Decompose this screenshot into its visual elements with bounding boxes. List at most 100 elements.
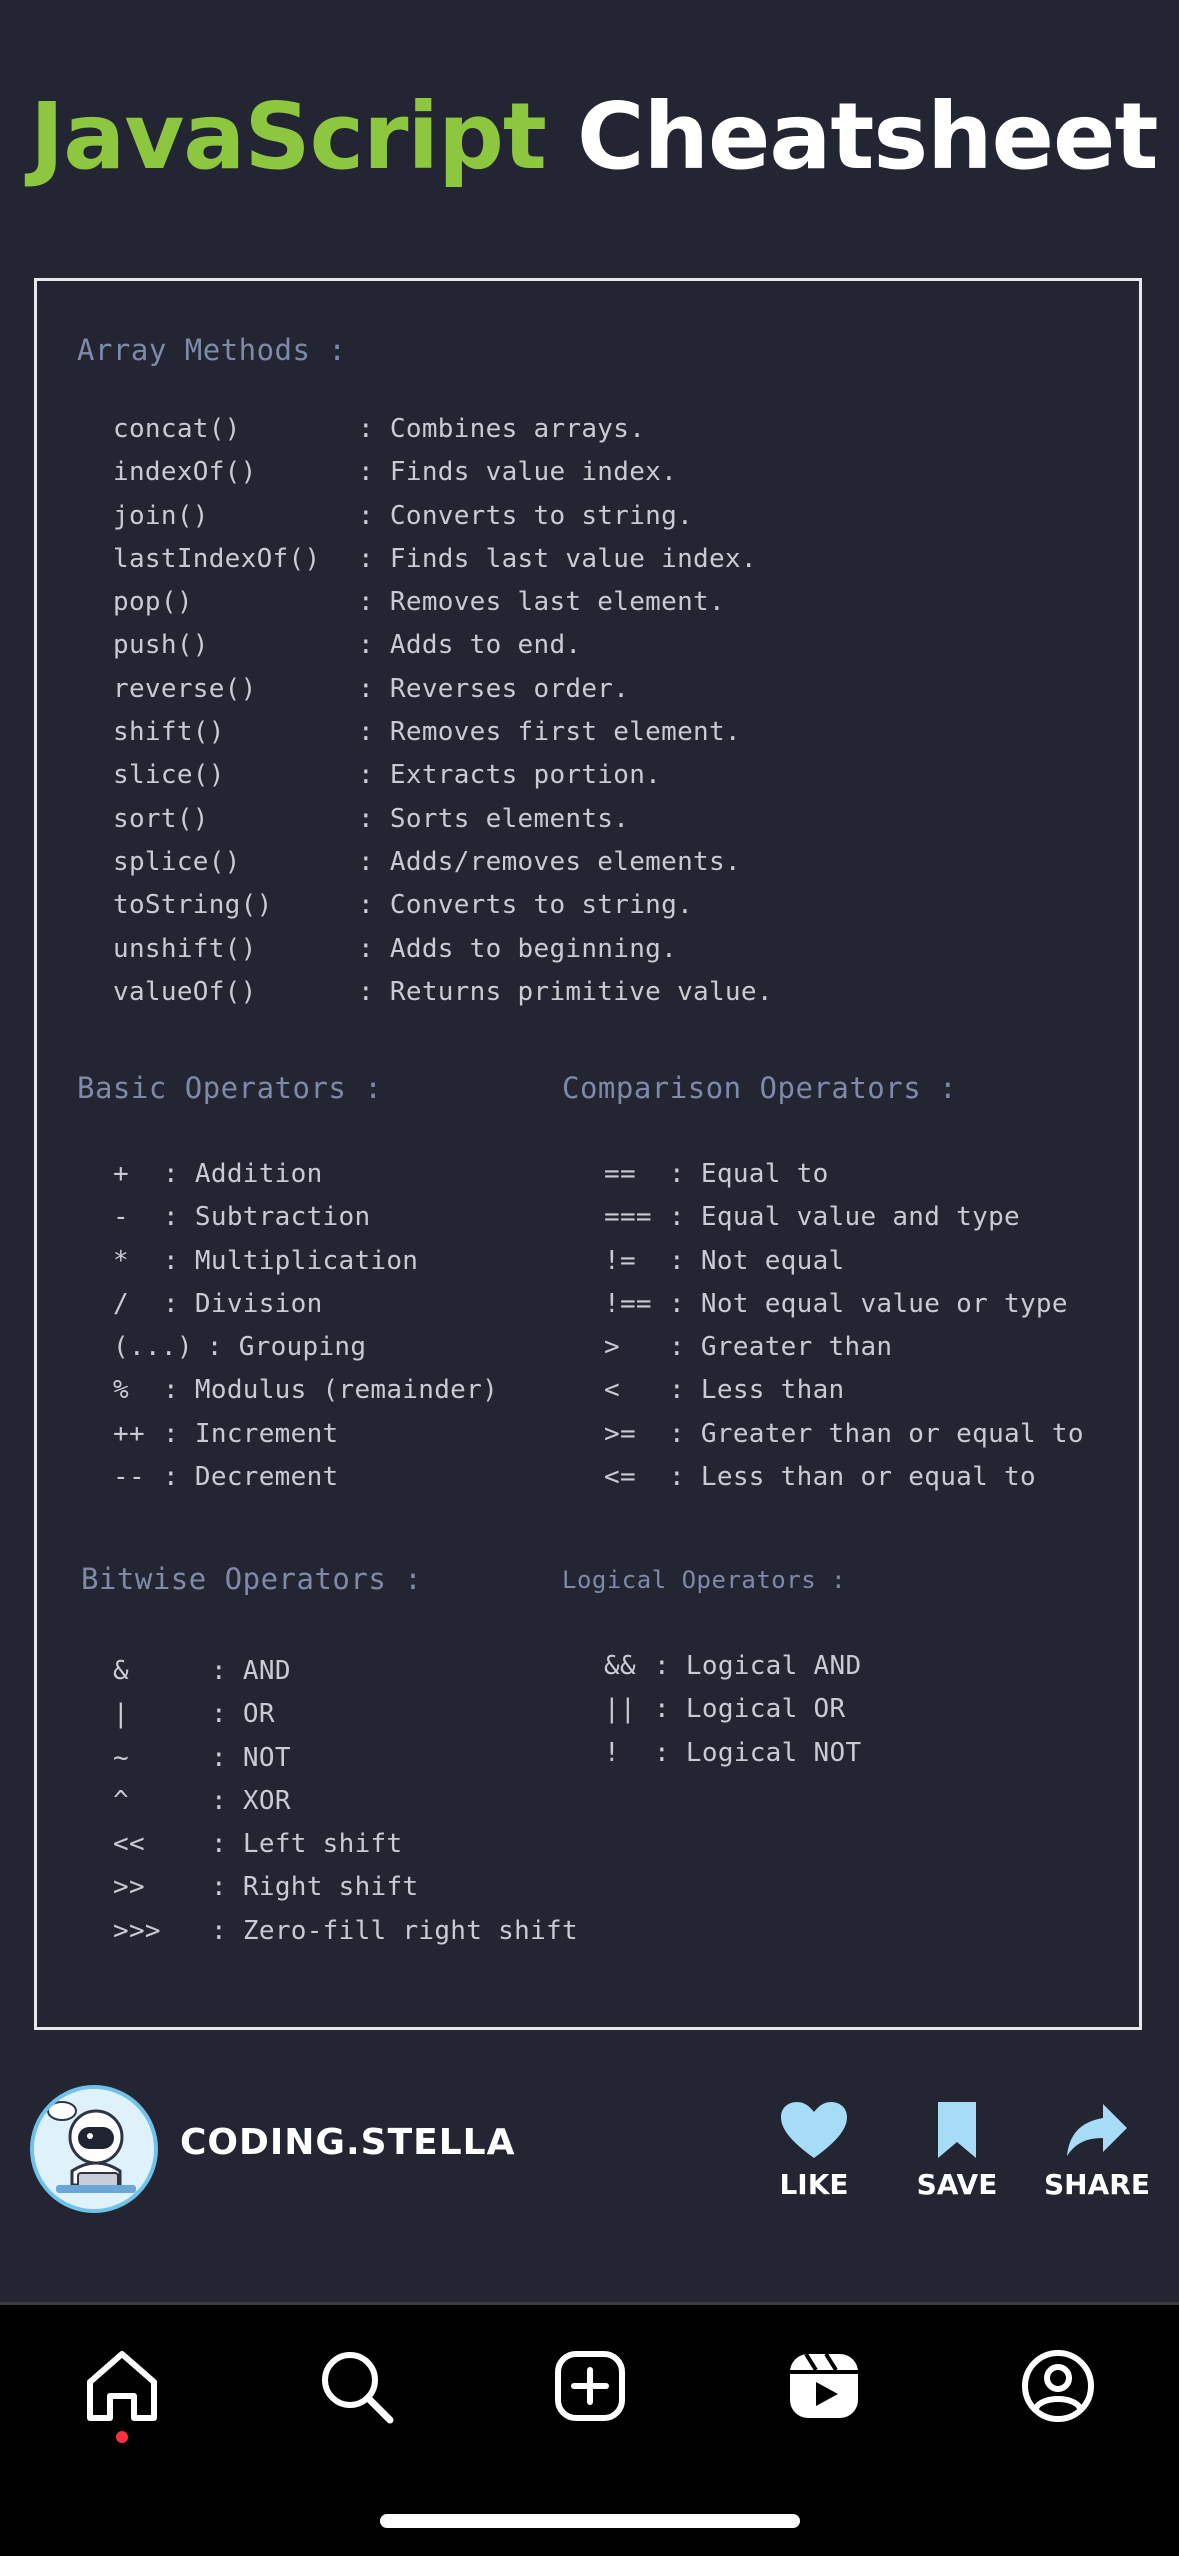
list-item: |: OR (113, 1693, 578, 1736)
list-item: join(): Converts to string. (113, 495, 773, 538)
item-key: - (113, 1202, 129, 1233)
create-icon (555, 2351, 625, 2421)
list-item: concat(): Combines arrays. (113, 408, 773, 451)
item-key: pop() (113, 587, 193, 618)
list-item: slice(): Extracts portion. (113, 754, 773, 797)
logical-operators-heading: Logical Operators : (562, 1566, 847, 1594)
item-key: >= (604, 1418, 636, 1449)
reels-icon (790, 2352, 858, 2418)
item-key: / (113, 1288, 129, 1319)
item-key: join() (113, 500, 209, 531)
item-key: != (604, 1245, 636, 1276)
list-item: reverse() : Reverses order. (113, 668, 773, 711)
item-key: ++ (113, 1418, 145, 1449)
list-item: ++ : Increment (113, 1413, 498, 1456)
avatar[interactable] (30, 2085, 158, 2213)
nav-profile[interactable] (1018, 2346, 1098, 2426)
item-description: : Combines arrays. (358, 414, 646, 444)
item-key: valueOf() (113, 976, 257, 1007)
item-key: reverse() (113, 673, 257, 704)
item-key: === (604, 1202, 652, 1233)
item-description: : Multiplication (163, 1245, 419, 1276)
list-item: === : Equal value and type (604, 1196, 1084, 1239)
comparison-operators-list: ==: Equal to ===: Equal value and type !=:… (604, 1153, 1084, 1499)
home-icon (87, 2351, 157, 2421)
item-key: -- (113, 1462, 145, 1493)
list-item: push() : Adds to end. (113, 624, 773, 667)
item-description: : Not equal (669, 1245, 845, 1276)
list-item: >: Greater than (604, 1326, 1084, 1369)
item-description: : Finds value index. (358, 457, 678, 488)
list-item: ^: XOR (113, 1780, 578, 1823)
astronaut-avatar-icon (34, 2089, 154, 2209)
list-item: (...): Grouping (113, 1326, 498, 1369)
item-description: : NOT (211, 1742, 291, 1773)
item-key: unshift() (113, 933, 257, 964)
nav-reels[interactable] (784, 2346, 864, 2426)
list-item: &: AND (113, 1650, 578, 1693)
comparison-operators-heading: Comparison Operators : (562, 1071, 958, 1105)
item-description: : Logical NOT (654, 1737, 862, 1768)
item-description: : Increment (163, 1418, 339, 1449)
item-key: indexOf() (113, 457, 257, 488)
item-key: sort() (113, 803, 209, 834)
nav-create[interactable] (550, 2346, 630, 2426)
item-description: : Greater than or equal to (669, 1418, 1084, 1449)
bitwise-operators-heading: Bitwise Operators : (81, 1562, 423, 1596)
list-item: lastIndexOf(): Finds last value index. (113, 538, 773, 581)
nav-home[interactable] (82, 2346, 162, 2426)
item-description: : Left shift (211, 1829, 403, 1860)
list-item: &&: Logical AND (604, 1645, 861, 1688)
title-javascript: JavaScript (30, 83, 547, 190)
username[interactable]: CODING.STELLA (180, 2122, 515, 2163)
item-description: : XOR (211, 1785, 291, 1816)
item-description: : Removes first element. (358, 717, 741, 748)
like-label: LIKE (779, 2168, 849, 2201)
item-key: >>> (113, 1915, 161, 1946)
item-key: * (113, 1245, 129, 1276)
list-item: sort() : Sorts elements. (113, 798, 773, 841)
search-icon (322, 2352, 394, 2424)
item-description: : Division (163, 1288, 323, 1319)
item-description: : Adds to beginning. (358, 933, 678, 964)
item-description: : Zero-fill right shift (211, 1915, 578, 1946)
item-description: : Greater than (669, 1332, 893, 1363)
item-key: toString() (113, 890, 273, 921)
list-item: valueOf(): Returns primitive value. (113, 971, 773, 1014)
nav-search[interactable] (316, 2346, 396, 2426)
item-key: shift() (113, 717, 225, 748)
item-description: : Adds to end. (358, 630, 582, 661)
item-key: <= (604, 1462, 636, 1493)
list-item: toString(): Converts to string. (113, 884, 773, 927)
logical-operators-list: &&: Logical AND ||: Logical OR!: Logical … (604, 1645, 861, 1775)
share-label: SHARE (1044, 2168, 1150, 2201)
item-key: (...) (113, 1332, 193, 1363)
list-item: ||: Logical OR (604, 1688, 861, 1731)
list-item: shift() : Removes first element. (113, 711, 773, 754)
item-description: : Modulus (remainder) (163, 1375, 499, 1406)
item-key: && (604, 1651, 636, 1681)
home-indicator[interactable] (380, 2514, 800, 2528)
list-item: <<: Left shift (113, 1823, 578, 1866)
item-description: : Adds/removes elements. (358, 846, 741, 877)
list-item: !==: Not equal value or type (604, 1283, 1084, 1326)
item-key: push() (113, 630, 209, 661)
item-description: : Less than (669, 1375, 845, 1406)
item-description: : Sorts elements. (358, 803, 630, 834)
share-button[interactable]: SHARE (1032, 2100, 1162, 2201)
share-arrow-icon (1067, 2104, 1127, 2156)
item-description: : Right shift (211, 1872, 419, 1903)
item-description: : Reverses order. (358, 673, 630, 704)
heart-icon (781, 2102, 847, 2158)
item-description: : Equal value and type (669, 1202, 1020, 1233)
basic-operators-heading: Basic Operators : (77, 1071, 383, 1105)
item-key: < (604, 1375, 620, 1406)
item-description: : OR (211, 1699, 275, 1730)
basic-operators-list: +: Addition -: Subtraction *: Multiplicati… (113, 1153, 498, 1499)
item-key: ~ (113, 1742, 129, 1773)
item-description: : Extracts portion. (358, 760, 662, 791)
like-button[interactable]: LIKE (749, 2100, 879, 2201)
item-description: : Equal to (669, 1159, 829, 1189)
list-item: %: Modulus (remainder) (113, 1369, 498, 1412)
save-button[interactable]: SAVE (892, 2100, 1022, 2201)
